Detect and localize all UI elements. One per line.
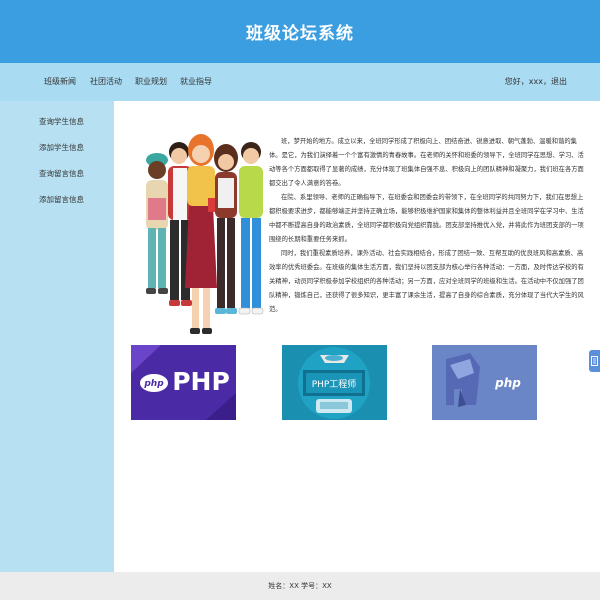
php-engineer-tile[interactable]: PHP工程师 xyxy=(282,345,387,420)
students-illustration xyxy=(146,134,264,334)
nav-item-employment[interactable]: 就业指导 xyxy=(180,76,212,87)
svg-text:PHP工程师: PHP工程师 xyxy=(312,378,357,390)
document-icon xyxy=(591,356,598,366)
sidebar: 查询学生信息 添加学生信息 查询留言信息 添加留言信息 xyxy=(0,101,114,572)
floating-side-tab[interactable] xyxy=(589,350,600,372)
intro-paragraph: 班，梦开始的地方。成立以来，全班同学形成了积极向上、团结奋进、锐意进取、朝气蓬勃… xyxy=(269,138,584,187)
svg-text:php: php xyxy=(494,376,521,390)
sidebar-item-add-student[interactable]: 添加学生信息 xyxy=(39,142,84,153)
footer-text: 姓名：XX 学号：XX xyxy=(268,582,332,590)
header-bar: 班级论坛系统 xyxy=(0,0,600,63)
sidebar-item-query-student[interactable]: 查询学生信息 xyxy=(39,116,84,127)
nav-bar: 班级新闻 社团活动 职业规划 就业指导 您好，xxx，退出 xyxy=(0,63,600,101)
class-intro-text: 班，梦开始的地方。成立以来，全班同学形成了积极向上、团结奋进、锐意进取、朝气蓬勃… xyxy=(269,135,587,317)
php-elephant-tile[interactable]: php xyxy=(432,345,537,420)
intro-paragraph: 在院、系里领导、老师的正确指导下，在班委会和团委会的带领下，在全班同学的共同努力… xyxy=(269,194,584,243)
nav-item-clubs[interactable]: 社团活动 xyxy=(90,76,122,87)
svg-text:PHP: PHP xyxy=(172,367,230,396)
php-banner-tile[interactable]: php PHP xyxy=(131,345,236,420)
nav-item-career[interactable]: 职业规划 xyxy=(135,76,167,87)
sidebar-item-query-message[interactable]: 查询留言信息 xyxy=(39,168,84,179)
sidebar-item-add-message[interactable]: 添加留言信息 xyxy=(39,194,84,205)
page-title: 班级论坛系统 xyxy=(246,24,354,44)
user-greeting-logout[interactable]: 您好，xxx，退出 xyxy=(505,76,567,87)
footer: 姓名：XX 学号：XX xyxy=(0,572,600,600)
nav-item-news[interactable]: 班级新闻 xyxy=(44,76,76,87)
svg-text:php: php xyxy=(143,379,164,389)
intro-paragraph: 同时，我们重视素质培养，课外活动、社会实践相结合，形成了团结一致、互帮互助的优良… xyxy=(269,250,584,313)
